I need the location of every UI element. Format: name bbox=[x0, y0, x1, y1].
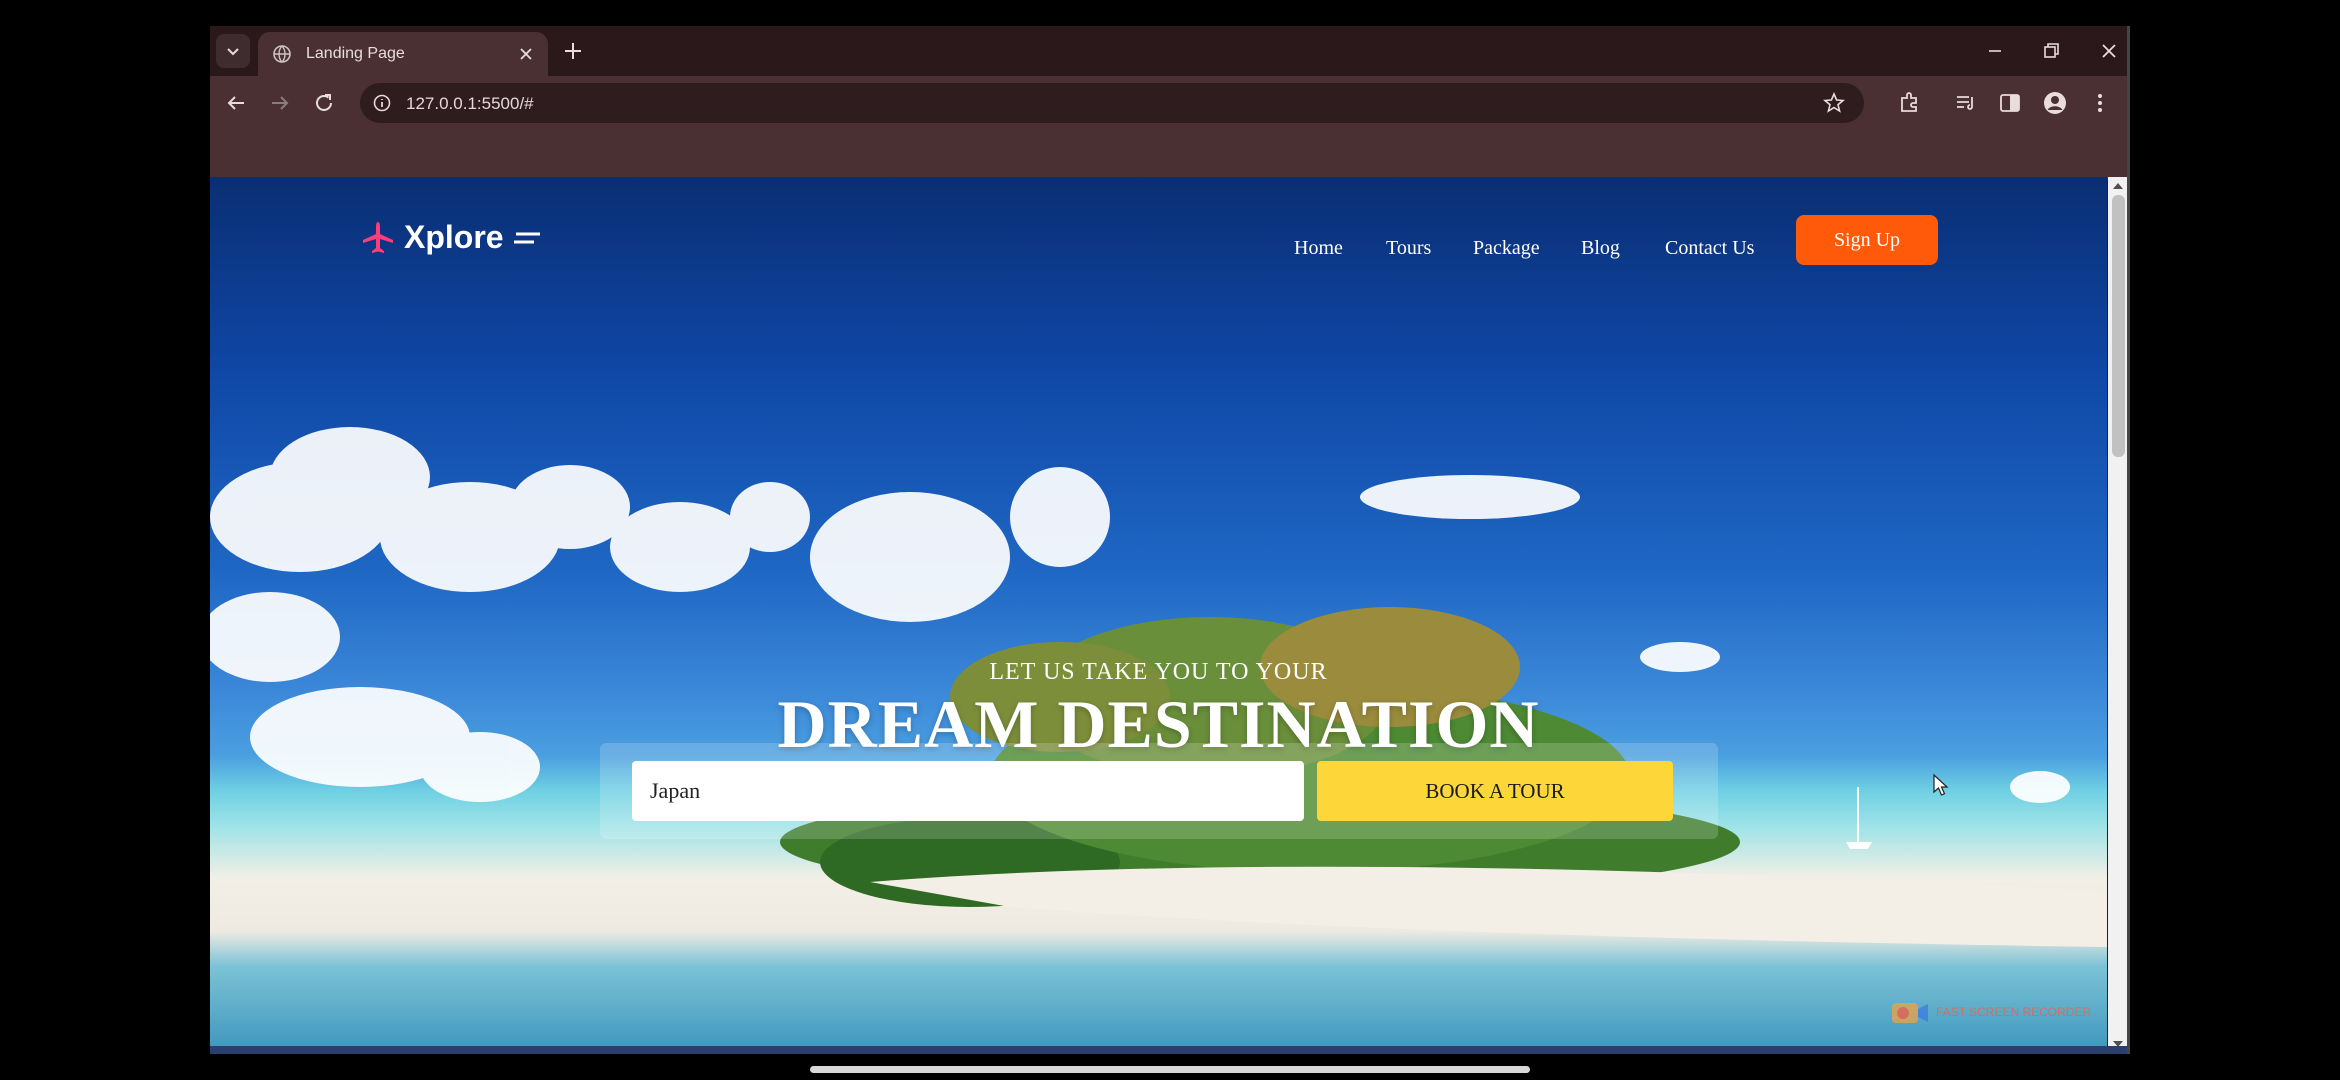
menu-lines-icon bbox=[513, 232, 540, 243]
tab-title: Landing Page bbox=[306, 45, 405, 62]
hero-section: Xplore Home Tours Package Blog Contact U… bbox=[210, 177, 2107, 1054]
tab-bar: Landing Page bbox=[210, 26, 2129, 76]
close-tab-icon[interactable] bbox=[516, 44, 536, 64]
browser-tab[interactable]: Landing Page bbox=[258, 32, 548, 76]
scrollbar-thumb[interactable] bbox=[2112, 195, 2125, 457]
media-controls-icon[interactable] bbox=[1952, 89, 1980, 117]
airplane-icon bbox=[363, 221, 393, 253]
forward-icon[interactable] bbox=[266, 89, 294, 117]
site-info-icon[interactable] bbox=[372, 93, 392, 113]
hero-tagline: LET US TAKE YOU TO YOUR bbox=[989, 659, 1328, 685]
gesture-navigation-bar[interactable] bbox=[810, 1066, 1530, 1073]
nav-package[interactable]: Package bbox=[1473, 237, 1540, 260]
new-tab-icon[interactable] bbox=[560, 38, 586, 64]
site-logo[interactable]: Xplore bbox=[360, 219, 542, 256]
scroll-up-arrow-icon[interactable] bbox=[2112, 181, 2124, 191]
editor-status-bar bbox=[210, 1046, 2129, 1054]
recorder-watermark: FAST SCREEN RECORDER bbox=[1890, 997, 2091, 1027]
side-panel-icon[interactable] bbox=[1996, 89, 2024, 117]
nav-tours[interactable]: Tours bbox=[1386, 237, 1431, 260]
nav-home[interactable]: Home bbox=[1294, 237, 1343, 260]
page-viewport: Xplore Home Tours Package Blog Contact U… bbox=[210, 177, 2129, 1054]
chevron-down-icon bbox=[227, 48, 239, 56]
url-text: 127.0.0.1:5500/# bbox=[406, 94, 534, 113]
nav-blog[interactable]: Blog bbox=[1581, 237, 1620, 260]
globe-icon bbox=[273, 45, 291, 63]
destination-input[interactable] bbox=[632, 761, 1304, 821]
book-tour-button[interactable]: BOOK A TOUR bbox=[1317, 761, 1673, 821]
mouse-cursor-icon bbox=[1933, 773, 1949, 796]
browser-toolbar: 127.0.0.1:5500/# bbox=[210, 76, 2129, 130]
tab-search-button[interactable] bbox=[216, 34, 250, 68]
watermark-text: FAST SCREEN RECORDER bbox=[1936, 1005, 2092, 1019]
close-window-icon[interactable] bbox=[2094, 36, 2124, 66]
restore-icon[interactable] bbox=[2036, 36, 2066, 66]
profile-avatar-icon[interactable] bbox=[2041, 89, 2069, 117]
minimize-icon[interactable] bbox=[1980, 36, 2010, 66]
recorder-logo-icon bbox=[1892, 1003, 1928, 1023]
back-icon[interactable] bbox=[222, 89, 250, 117]
browser-window: Landing Page 127.0.0.1:5500/# Xplore Hom… bbox=[210, 26, 2129, 1054]
extensions-icon[interactable] bbox=[1896, 89, 1924, 117]
address-bar[interactable]: 127.0.0.1:5500/# bbox=[360, 83, 1864, 123]
sign-up-button[interactable]: Sign Up bbox=[1796, 215, 1938, 265]
nav-contact-us[interactable]: Contact Us bbox=[1665, 237, 1754, 260]
bookmarks-bar bbox=[210, 130, 2129, 180]
window-edge bbox=[2127, 26, 2130, 1054]
beach-background-image bbox=[210, 427, 2107, 947]
bookmark-star-icon[interactable] bbox=[1822, 91, 1846, 115]
reload-icon[interactable] bbox=[310, 89, 338, 117]
more-menu-icon[interactable] bbox=[2086, 89, 2114, 117]
logo-text: Xplore bbox=[404, 219, 504, 255]
